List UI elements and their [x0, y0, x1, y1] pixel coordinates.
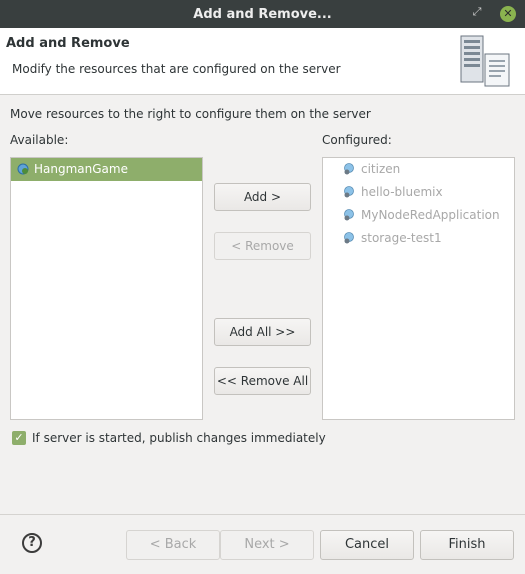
footer-separator	[0, 514, 525, 515]
finish-button[interactable]: Finish	[420, 530, 514, 560]
list-item-label: hello-bluemix	[361, 185, 443, 199]
list-item-hangmangame[interactable]: HangmanGame	[11, 158, 202, 181]
dialog-header-description: Modify the resources that are configured…	[12, 62, 341, 76]
cloud-app-icon	[344, 209, 354, 221]
window-title: Add and Remove...	[193, 7, 332, 22]
configured-label: Configured:	[322, 133, 392, 147]
remove-button[interactable]: < Remove	[214, 232, 311, 260]
cloud-app-icon	[344, 163, 354, 175]
available-list[interactable]: HangmanGame	[10, 157, 203, 420]
publish-checkbox[interactable]: ✓	[12, 431, 26, 445]
back-button[interactable]: < Back	[126, 530, 220, 560]
cancel-button[interactable]: Cancel	[320, 530, 414, 560]
next-button[interactable]: Next >	[220, 530, 314, 560]
server-icon	[460, 35, 510, 87]
list-item-label: MyNodeRedApplication	[361, 208, 500, 222]
restore-icon[interactable]: ⤢	[470, 5, 484, 19]
add-button[interactable]: Add >	[214, 183, 311, 211]
instructions-text: Move resources to the right to configure…	[10, 107, 371, 121]
available-label: Available:	[10, 133, 69, 147]
configured-list[interactable]: citizen hello-bluemix MyNodeRedApplicati…	[322, 157, 515, 420]
cloud-app-icon	[344, 186, 354, 198]
publish-checkbox-label: If server is started, publish changes im…	[32, 431, 326, 445]
list-item-mynoderedapplication[interactable]: MyNodeRedApplication	[323, 204, 514, 227]
window-titlebar: Add and Remove... ⤢ ✕	[0, 0, 525, 28]
list-item-label: citizen	[361, 162, 401, 176]
list-item-label: storage-test1	[361, 231, 442, 245]
list-item-citizen[interactable]: citizen	[323, 158, 514, 181]
cloud-app-icon	[344, 232, 354, 244]
dialog-header: Add and Remove Modify the resources that…	[0, 28, 525, 95]
list-item-hello-bluemix[interactable]: hello-bluemix	[323, 181, 514, 204]
list-item-label: HangmanGame	[34, 162, 128, 176]
help-icon[interactable]: ?	[22, 533, 42, 553]
add-all-button[interactable]: Add All >>	[214, 318, 311, 346]
web-project-icon	[17, 163, 29, 175]
remove-all-button[interactable]: << Remove All	[214, 367, 311, 395]
dialog-header-title: Add and Remove	[6, 36, 130, 51]
list-item-storage-test1[interactable]: storage-test1	[323, 227, 514, 250]
close-icon[interactable]: ✕	[500, 6, 516, 22]
